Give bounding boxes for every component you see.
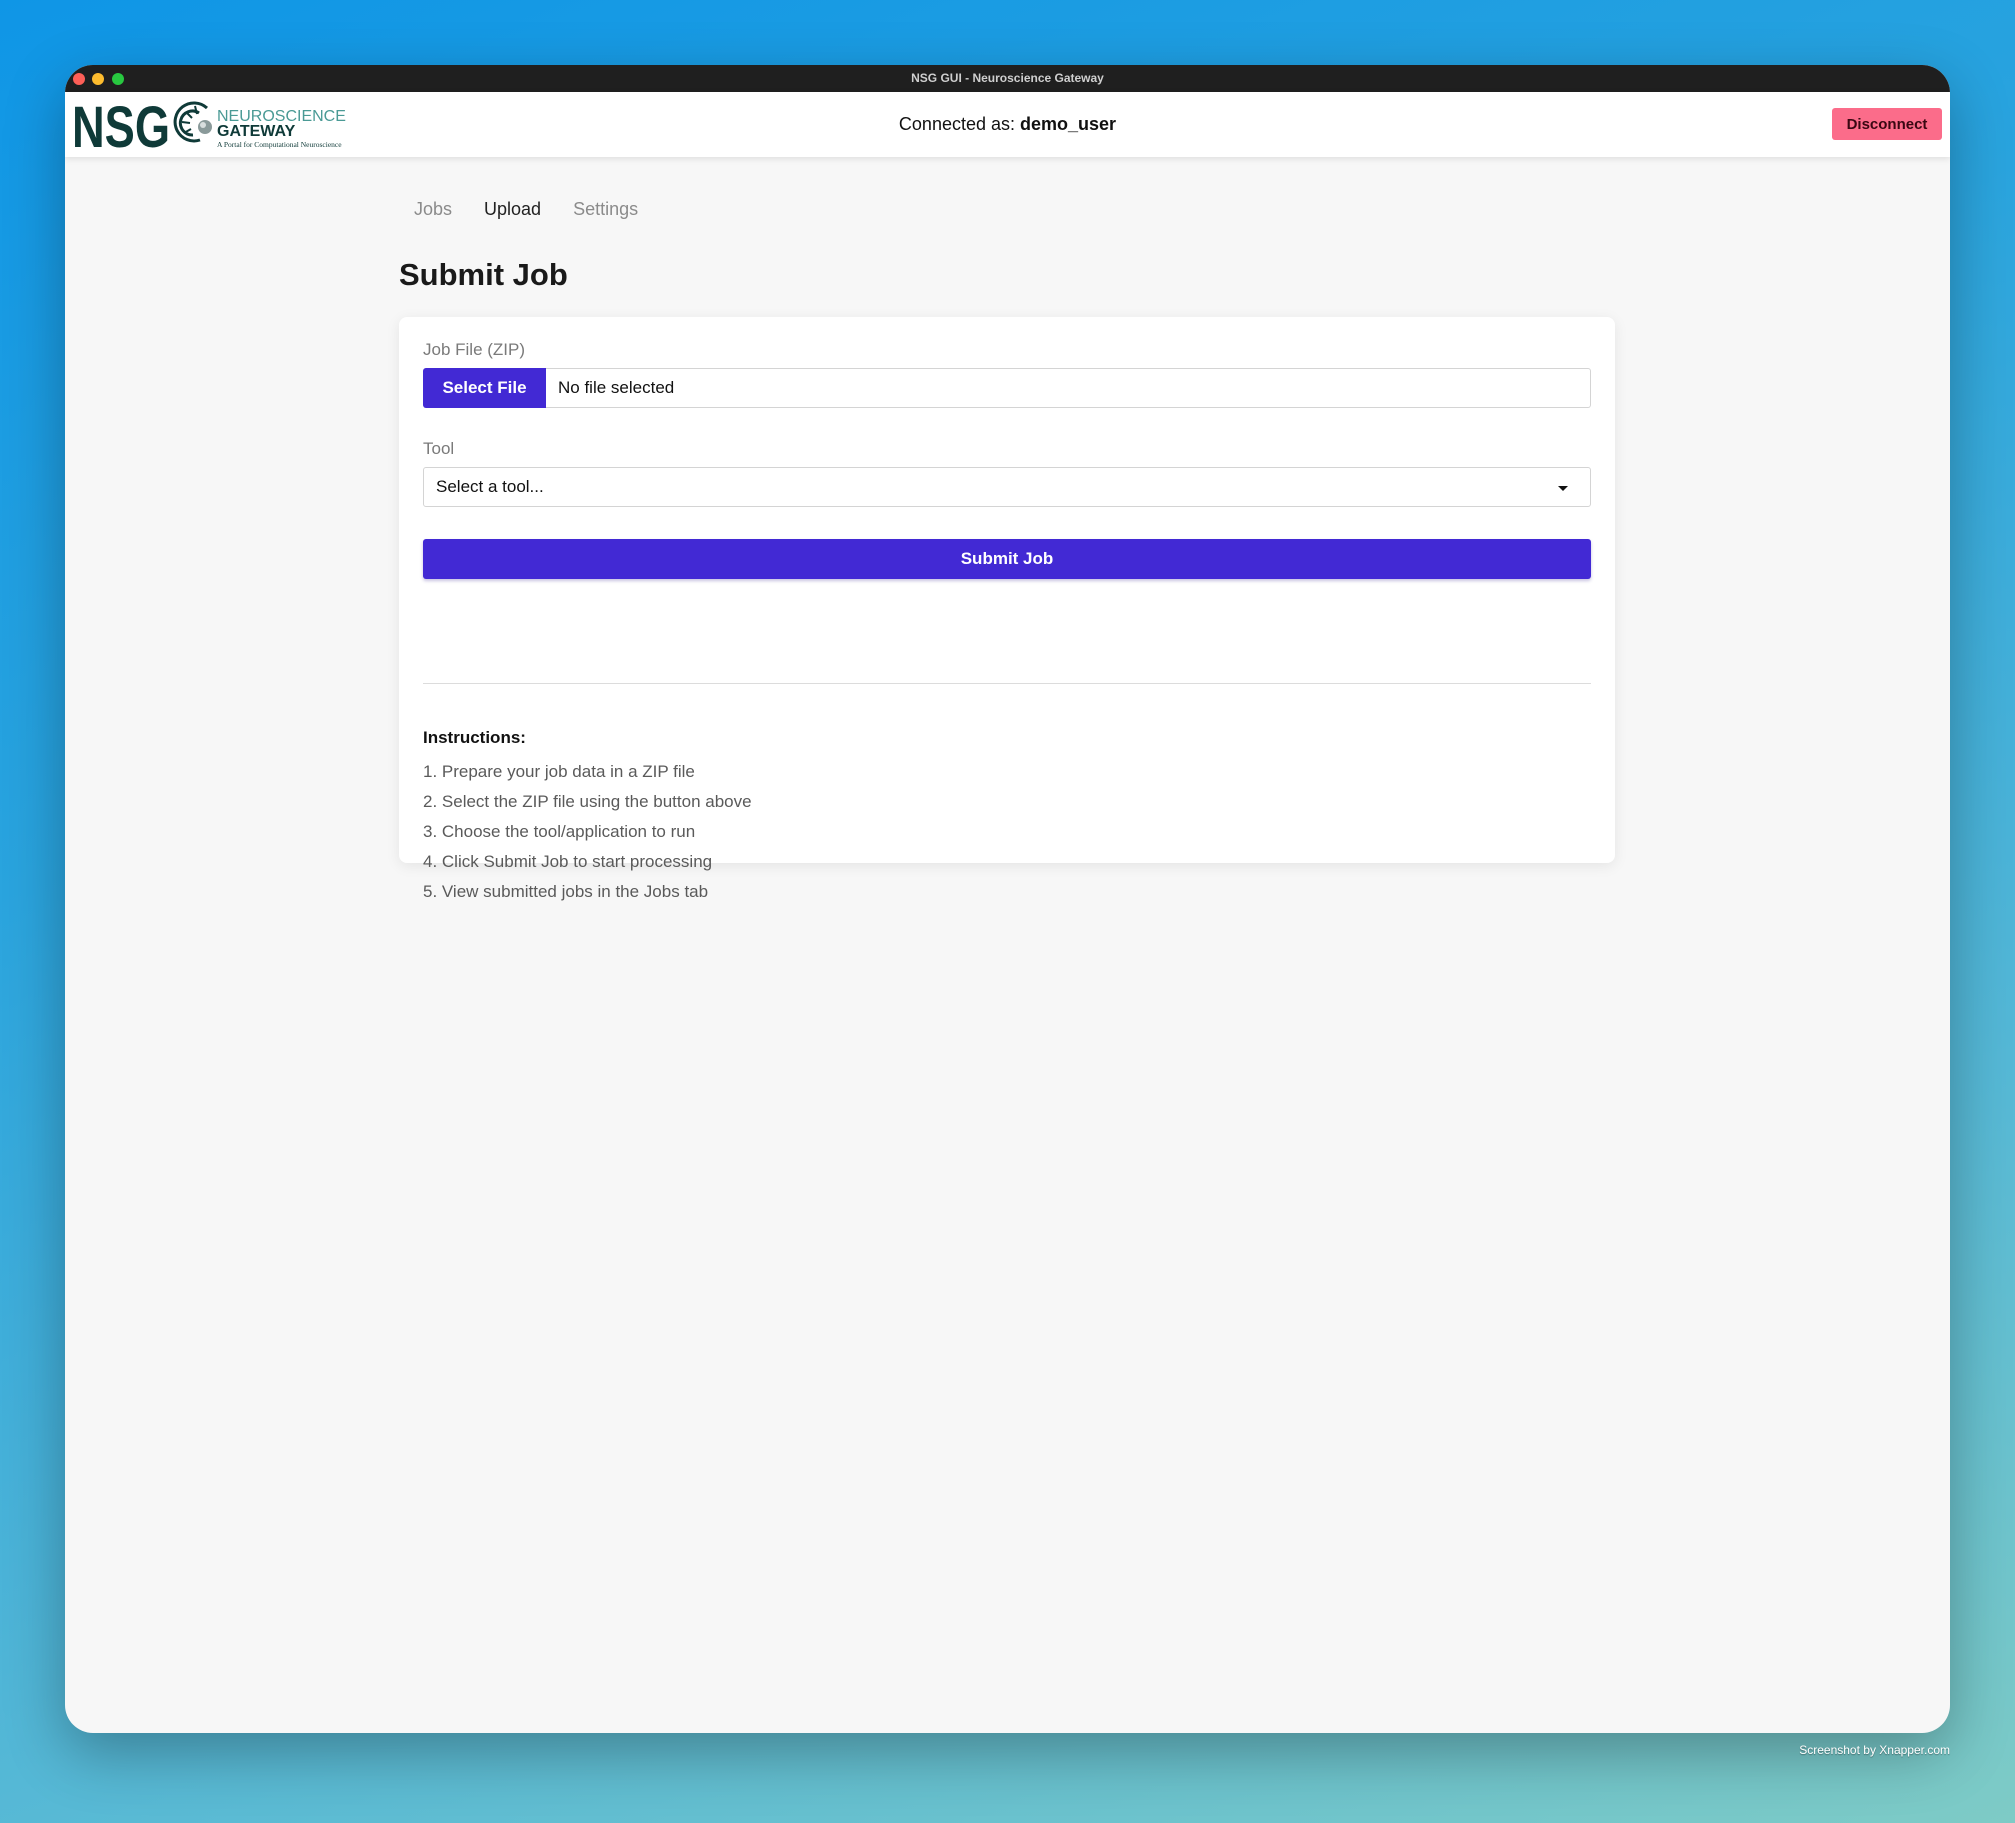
divider xyxy=(423,683,1591,684)
tab-settings[interactable]: Settings xyxy=(557,189,654,229)
job-file-label: Job File (ZIP) xyxy=(423,340,526,359)
instruction-step: 4. Click Submit Job to start processing xyxy=(423,852,713,871)
instruction-step: 3. Choose the tool/application to run xyxy=(423,822,696,841)
connection-status: Connected as: demo_user xyxy=(65,92,1950,157)
tab-upload[interactable]: Upload xyxy=(468,189,557,229)
watermark: Screenshot by Xnapper.com xyxy=(1799,1743,1950,1757)
connected-label: Connected as: xyxy=(898,114,1015,134)
file-status: No file selected xyxy=(546,368,1591,408)
instruction-step: 1. Prepare your job data in a ZIP file xyxy=(423,762,695,781)
window-title: NSG GUI - Neuroscience Gateway xyxy=(911,71,1104,85)
disconnect-button[interactable]: Disconnect xyxy=(1832,108,1942,140)
title-bar: NSG GUI - Neuroscience Gateway xyxy=(65,65,1950,92)
tool-select-value: Select a tool... xyxy=(436,477,544,496)
instruction-step: 2. Select the ZIP file using the button … xyxy=(423,792,752,811)
submit-job-button[interactable]: Submit Job xyxy=(423,539,1591,579)
file-picker: Select File No file selected xyxy=(423,368,1591,408)
main-tabs: Jobs Upload Settings xyxy=(398,189,654,229)
instructions-list: 1. Prepare your job data in a ZIP file 2… xyxy=(423,757,752,907)
tool-select[interactable]: Select a tool... xyxy=(423,467,1591,507)
app-header: NSG NEUROSCIENCE GATEWAY A Portal for Co… xyxy=(65,92,1950,157)
chevron-down-icon xyxy=(1558,486,1568,491)
submit-job-card: Job File (ZIP) Select File No file selec… xyxy=(399,317,1615,901)
username: demo_user xyxy=(1020,114,1117,134)
instructions-title: Instructions: xyxy=(423,728,526,747)
tab-jobs[interactable]: Jobs xyxy=(398,189,468,229)
select-file-button[interactable]: Select File xyxy=(423,368,546,408)
instruction-step: 5. View submitted jobs in the Jobs tab xyxy=(423,882,709,901)
app-window: NSG GUI - Neuroscience Gateway NSG NEURO… xyxy=(65,65,1950,1733)
page-title: Submit Job xyxy=(399,257,568,292)
tool-label: Tool xyxy=(423,439,455,458)
